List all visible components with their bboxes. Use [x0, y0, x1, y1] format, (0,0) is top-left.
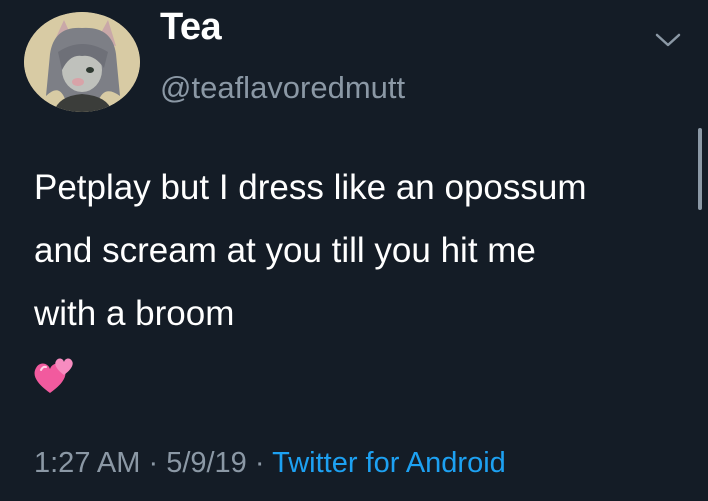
user-handle[interactable]: @teaflavoredmutt — [160, 70, 405, 106]
meta-separator: · — [140, 447, 167, 479]
tweet-text-line: Petplay but I dress like an opossum — [34, 168, 587, 207]
tweet-time[interactable]: 1:27 AM — [34, 447, 140, 479]
tweet-card: Tea @teaflavoredmutt Petplay but I dress… — [0, 0, 708, 501]
tweet-source-link[interactable]: Twitter for Android — [272, 447, 506, 479]
display-name[interactable]: Tea — [160, 6, 222, 49]
chevron-down-icon[interactable] — [654, 30, 682, 50]
tweet-text-line: with a broom — [34, 294, 235, 333]
scrollbar[interactable] — [698, 128, 702, 210]
tweet-text: Petplay but I dress like an opossum and … — [34, 156, 684, 345]
avatar-cartoon-character-icon — [24, 12, 140, 112]
tweet-meta: 1:27 AM · 5/9/19 · Twitter for Android — [34, 447, 506, 480]
tweet-text-line: and scream at you till you hit me — [34, 231, 536, 270]
revolving-hearts-emoji — [34, 358, 73, 393]
avatar[interactable] — [24, 12, 140, 112]
tweet-date[interactable]: 5/9/19 — [166, 447, 247, 479]
meta-separator: · — [246, 447, 273, 479]
